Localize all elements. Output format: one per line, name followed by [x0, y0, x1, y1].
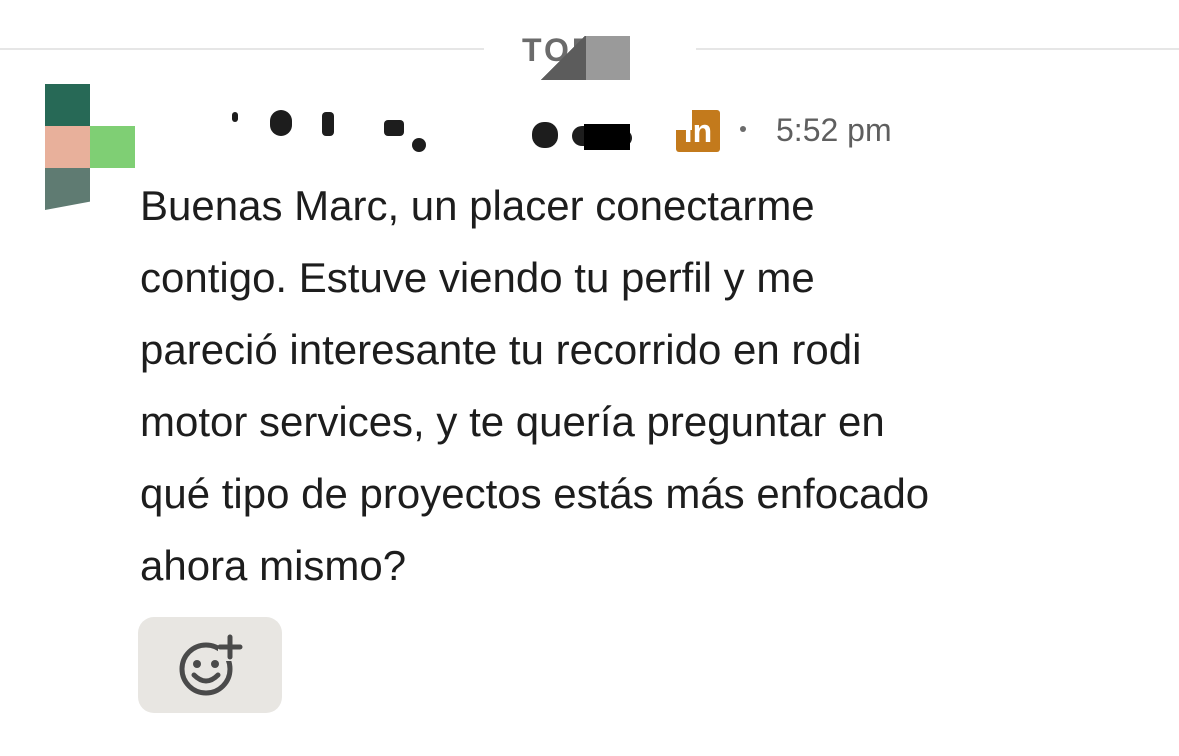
message-line: pareció interesante tu recorrido en rodi: [140, 326, 862, 373]
add-reaction-button[interactable]: [138, 617, 282, 713]
obscured-glyph: [270, 110, 292, 136]
message-timestamp: 5:52 pm: [776, 112, 892, 148]
avatar-pixel: [45, 84, 90, 126]
avatar-pixel: [90, 126, 135, 168]
obscured-glyph: [384, 120, 404, 136]
sender-name-obscured[interactable]: [232, 98, 632, 154]
message-body: Buenas Marc, un placer conectarme contig…: [140, 170, 1140, 602]
message-line: motor services, y te quería preguntar en: [140, 398, 885, 445]
message-line: ahora mismo?: [140, 542, 407, 589]
sender-avatar[interactable]: [45, 84, 137, 210]
redaction-block: [586, 36, 630, 80]
redaction-block: [584, 124, 630, 150]
obscured-glyph: [532, 122, 558, 148]
divider-line-right: [696, 48, 1179, 50]
add-reaction-icon: [179, 634, 243, 696]
obscured-glyph: [232, 112, 238, 122]
redaction-block: [676, 110, 692, 130]
avatar-pixel: [45, 168, 90, 210]
message-line: qué tipo de proyectos estás más enfocado: [140, 470, 930, 517]
obscured-glyph: [412, 138, 426, 152]
divider-line-left: [0, 48, 484, 50]
message-line: contigo. Estuve viendo tu perfil y me: [140, 254, 815, 301]
separator-dot: [740, 126, 746, 132]
avatar-pixel: [45, 126, 90, 168]
redaction-block: [540, 36, 586, 80]
obscured-glyph: [322, 112, 334, 136]
message-line: Buenas Marc, un placer conectarme: [140, 182, 815, 229]
